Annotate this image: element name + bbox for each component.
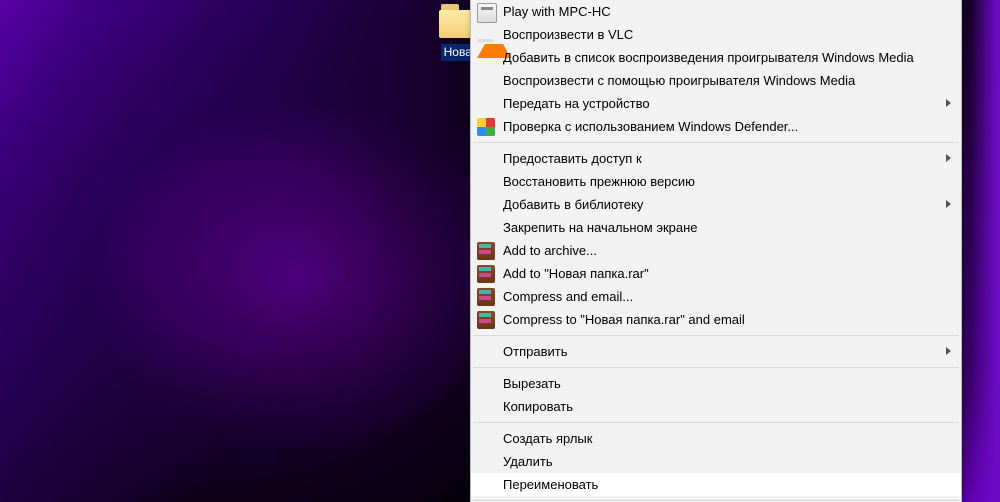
menu-item-label: Воспроизвести с помощью проигрывателя Wi… — [503, 69, 937, 92]
menu-item-label: Закрепить на начальном экране — [503, 216, 937, 239]
mpc-icon — [477, 3, 497, 23]
menu-item-restore[interactable]: Восстановить прежнюю версию — [471, 170, 961, 193]
menu-item-rename[interactable]: Переименовать — [471, 473, 961, 496]
chevron-right-icon — [946, 154, 951, 162]
menu-item-vlc[interactable]: Воспроизвести в VLC — [471, 23, 961, 46]
chevron-right-icon — [946, 200, 951, 208]
chevron-right-icon — [946, 347, 951, 355]
rar-icon — [477, 311, 495, 329]
menu-item-cut[interactable]: Вырезать — [471, 372, 961, 395]
menu-separator — [473, 422, 959, 423]
menu-item-rar-addto[interactable]: Add to "Новая папка.rar" — [471, 262, 961, 285]
menu-item-label: Восстановить прежнюю версию — [503, 170, 937, 193]
menu-separator — [473, 142, 959, 143]
rar-icon — [477, 265, 495, 283]
menu-item-label: Переименовать — [503, 473, 937, 496]
menu-item-label: Play with MPC-HC — [503, 0, 937, 23]
menu-item-shortcut[interactable]: Создать ярлык — [471, 427, 961, 450]
menu-item-label: Проверка с использованием Windows Defend… — [503, 115, 937, 138]
menu-item-label: Add to archive... — [503, 239, 937, 262]
menu-item-label: Воспроизвести в VLC — [503, 23, 937, 46]
menu-separator — [473, 335, 959, 336]
rar-icon — [477, 288, 495, 306]
chevron-right-icon — [946, 99, 951, 107]
menu-item-give-access[interactable]: Предоставить доступ к — [471, 147, 961, 170]
menu-item-label: Compress to "Новая папка.rar" and email — [503, 308, 937, 331]
menu-item-label: Копировать — [503, 395, 937, 418]
menu-item-label: Добавить в список воспроизведения проигр… — [503, 46, 937, 69]
rar-icon — [477, 242, 495, 260]
menu-item-label: Add to "Новая папка.rar" — [503, 262, 937, 285]
menu-item-wmp-play[interactable]: Воспроизвести с помощью проигрывателя Wi… — [471, 69, 961, 92]
menu-item-sendto[interactable]: Отправить — [471, 340, 961, 363]
menu-item-mpc[interactable]: Play with MPC-HC — [471, 0, 961, 23]
menu-separator — [473, 367, 959, 368]
menu-item-defender[interactable]: Проверка с использованием Windows Defend… — [471, 115, 961, 138]
menu-separator — [473, 500, 959, 501]
menu-item-rar-mail[interactable]: Compress and email... — [471, 285, 961, 308]
menu-item-library[interactable]: Добавить в библиотеку — [471, 193, 961, 216]
menu-item-cast[interactable]: Передать на устройство — [471, 92, 961, 115]
menu-item-wmp-add[interactable]: Добавить в список воспроизведения проигр… — [471, 46, 961, 69]
context-menu: Play with MPC-HCВоспроизвести в VLCДобав… — [470, 0, 962, 502]
menu-item-label: Добавить в библиотеку — [503, 193, 937, 216]
menu-item-pin-start[interactable]: Закрепить на начальном экране — [471, 216, 961, 239]
wallpaper-edge — [970, 0, 1000, 502]
menu-item-delete[interactable]: Удалить — [471, 450, 961, 473]
desktop[interactable]: Новая Play with MPC-HCВоспроизвести в VL… — [0, 0, 1000, 502]
menu-item-rar-add[interactable]: Add to archive... — [471, 239, 961, 262]
menu-item-label: Вырезать — [503, 372, 937, 395]
menu-item-label: Отправить — [503, 340, 937, 363]
menu-item-label: Создать ярлык — [503, 427, 937, 450]
menu-item-label: Compress and email... — [503, 285, 937, 308]
menu-item-label: Удалить — [503, 450, 937, 473]
shield-icon — [477, 118, 495, 136]
menu-item-rar-mailto[interactable]: Compress to "Новая папка.rar" and email — [471, 308, 961, 331]
menu-item-copy[interactable]: Копировать — [471, 395, 961, 418]
menu-item-label: Передать на устройство — [503, 92, 937, 115]
menu-item-label: Предоставить доступ к — [503, 147, 937, 170]
